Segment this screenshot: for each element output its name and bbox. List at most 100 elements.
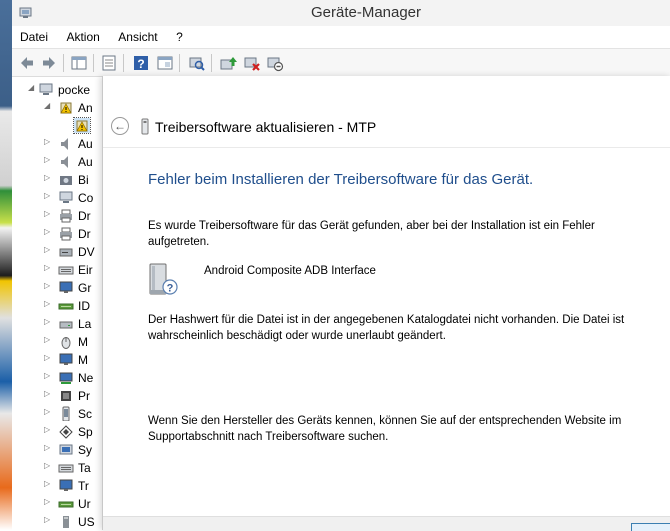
expand-chevron-icon[interactable]: ▷	[44, 191, 50, 200]
dialog-footer	[103, 516, 670, 531]
expand-chevron-icon[interactable]: ▷	[44, 479, 50, 488]
hash-error-line-1: Der Hashwert für die Datei ist in der an…	[148, 314, 625, 326]
tree-item[interactable]: ▷ ID	[12, 297, 102, 315]
menu-datei[interactable]: Datei	[14, 26, 54, 44]
expand-chevron-icon[interactable]: ▷	[44, 227, 50, 236]
tree-root[interactable]: ◢ pocke	[12, 81, 102, 99]
printer-icon	[60, 227, 72, 241]
tree-item[interactable]: ▷ Ur	[12, 495, 102, 513]
tree-item[interactable]: ▷ Ne	[12, 369, 102, 387]
update-driver-icon[interactable]	[219, 54, 237, 72]
tree-item-label: Au	[78, 137, 93, 151]
expand-chevron-icon[interactable]: ▷	[44, 173, 50, 182]
expand-chevron-icon[interactable]: ▷	[44, 137, 50, 146]
tree-item[interactable]: ▷ Gr	[12, 279, 102, 297]
expand-chevron-icon[interactable]: ▷	[44, 461, 50, 470]
tree-item[interactable]	[12, 117, 102, 135]
speaker-icon	[61, 138, 68, 150]
monitor-icon	[59, 479, 73, 491]
tree-item[interactable]: ▷ DV	[12, 243, 102, 261]
tree-item[interactable]: ▷ US	[12, 513, 102, 530]
expand-chevron-icon[interactable]: ▷	[44, 335, 50, 344]
tree-item[interactable]: ▷ M	[12, 351, 102, 369]
tree-item[interactable]: ▷ Co	[12, 189, 102, 207]
ide-controller-icon	[58, 303, 74, 310]
properties-icon[interactable]	[100, 54, 118, 72]
collapse-chevron-icon[interactable]: ◢	[44, 101, 50, 110]
menu-ansicht[interactable]: Ansicht	[112, 26, 163, 44]
tree-item-label: Sc	[78, 407, 93, 421]
expand-chevron-icon[interactable]: ▷	[44, 353, 50, 362]
expand-chevron-icon[interactable]: ▷	[44, 299, 50, 308]
expand-chevron-icon[interactable]: ▷	[44, 155, 50, 164]
collapse-chevron-icon[interactable]: ◢	[28, 83, 34, 92]
back-button[interactable]: ←	[111, 117, 129, 135]
tree-item[interactable]: ▷ Eir	[12, 261, 102, 279]
tree-item-label: Bi	[78, 173, 89, 187]
expand-chevron-icon[interactable]: ▷	[44, 281, 50, 290]
tree-item-label: Gr	[78, 281, 92, 295]
toolbar-separator	[63, 54, 64, 72]
tree-item-label: Sy	[78, 443, 93, 457]
dvd-drive-icon	[59, 248, 73, 257]
tree-item[interactable]: ◢ An	[12, 99, 102, 117]
hash-error-text: Der Hashwert für die Datei ist in der an…	[148, 313, 648, 344]
tree-item[interactable]: ▷ M	[12, 333, 102, 351]
title-bar[interactable]: Geräte-Manager	[12, 0, 670, 26]
tree-item[interactable]: ▷ Sc	[12, 405, 102, 423]
error-heading: Fehler beim Installieren der Treibersoft…	[148, 171, 534, 188]
manufacturer-hint-line-1: Wenn Sie den Hersteller des Geräts kenne…	[148, 415, 622, 427]
tree-item[interactable]: ▷ Bi	[12, 171, 102, 189]
tree-item[interactable]: ▷ Ta	[12, 459, 102, 477]
expand-chevron-icon[interactable]: ▷	[44, 407, 50, 416]
expand-chevron-icon[interactable]: ▷	[44, 245, 50, 254]
uninstall-icon[interactable]	[243, 54, 261, 72]
device-tree[interactable]: ◢ pocke ◢ An ▷ Au ▷ Au ▷ Bi ▷ Co ▷ Dr ▷ Dr ▷ DV ▷ Eir ▷ Gr ▷…	[12, 77, 102, 530]
tree-item[interactable]: ▷ Dr	[12, 207, 102, 225]
back-arrow-icon: ←	[114, 119, 126, 133]
tree-item[interactable]: ▷ Dr	[12, 225, 102, 243]
expand-chevron-icon[interactable]: ▷	[44, 317, 50, 326]
scan-hardware-icon[interactable]	[188, 54, 206, 72]
tree-item-label: Dr	[78, 209, 91, 223]
controller-icon	[58, 501, 74, 508]
tree-item-label: Ur	[78, 497, 91, 511]
expand-chevron-icon[interactable]: ▷	[44, 515, 50, 524]
expand-chevron-icon[interactable]: ▷	[44, 425, 50, 434]
device-name: Android Composite ADB Interface	[204, 265, 376, 277]
tree-item[interactable]: ▷ Au	[12, 153, 102, 171]
tree-item[interactable]: ▷ Sy	[12, 441, 102, 459]
tree-item-label: US	[78, 515, 95, 529]
toolbar-separator	[211, 54, 212, 72]
expand-chevron-icon[interactable]: ▷	[44, 443, 50, 452]
tree-root-label: pocke	[58, 83, 91, 97]
tree-view-icon[interactable]	[70, 54, 88, 72]
tree-item[interactable]: ▷ Au	[12, 135, 102, 153]
monitor-icon	[59, 353, 73, 365]
console-icon[interactable]	[156, 54, 174, 72]
menu-help[interactable]: ?	[170, 26, 189, 44]
expand-chevron-icon[interactable]: ▷	[44, 497, 50, 506]
back-arrow-icon[interactable]	[18, 54, 36, 72]
desktop-background	[0, 0, 12, 530]
disable-icon[interactable]	[266, 54, 284, 72]
expand-chevron-icon[interactable]: ▷	[44, 263, 50, 272]
help-icon[interactable]: ?	[132, 54, 150, 72]
tree-item-label: An	[78, 101, 93, 115]
toolbar: ?	[12, 49, 670, 77]
tree-item[interactable]: ▷ Tr	[12, 477, 102, 495]
tree-item-label: DV	[78, 245, 95, 259]
tree-item[interactable]: ▷ Sp	[12, 423, 102, 441]
expand-chevron-icon[interactable]: ▷	[44, 209, 50, 218]
storage-icon	[59, 425, 73, 439]
tree-item-label: Ne	[78, 371, 94, 385]
install-error-line-1: Es wurde Treibersoftware für das Gerät g…	[148, 220, 595, 232]
tree-item[interactable]: ▷ La	[12, 315, 102, 333]
expand-chevron-icon[interactable]: ▷	[44, 389, 50, 398]
expand-chevron-icon[interactable]: ▷	[44, 371, 50, 380]
header-divider	[103, 147, 670, 148]
tree-item[interactable]: ▷ Pr	[12, 387, 102, 405]
forward-arrow-icon[interactable]	[40, 54, 58, 72]
menu-aktion[interactable]: Aktion	[60, 26, 105, 44]
unknown-device-icon: ?	[149, 263, 178, 295]
